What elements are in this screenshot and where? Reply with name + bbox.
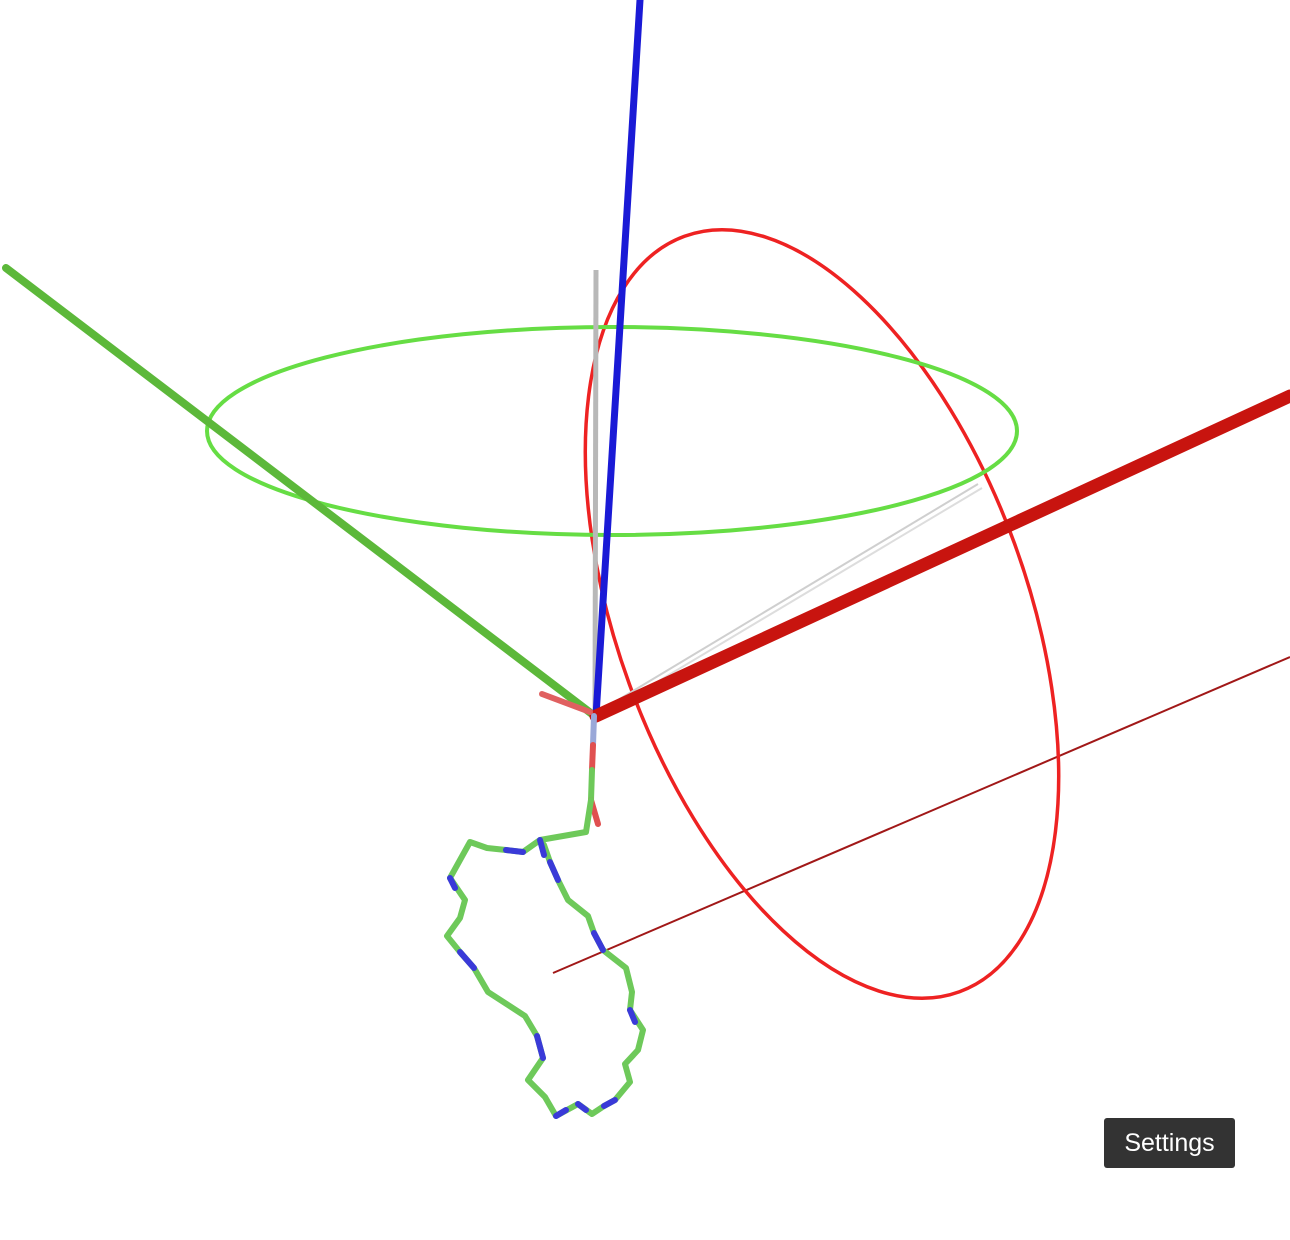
nitrogen-3 bbox=[457, 949, 477, 971]
y-axis[interactable] bbox=[2, 264, 596, 718]
settings-button[interactable]: Settings bbox=[1104, 1118, 1235, 1168]
x-axis-guide-line bbox=[552, 656, 1290, 974]
scene-layer bbox=[2, 0, 1290, 1119]
molecule-structure[interactable] bbox=[444, 797, 646, 1119]
nitrogen-7 bbox=[601, 1097, 618, 1109]
nitrogen-6 bbox=[575, 1101, 589, 1113]
x-axis[interactable] bbox=[589, 389, 1290, 723]
nitrogen-5 bbox=[553, 1107, 569, 1119]
z-axis[interactable] bbox=[592, 0, 644, 720]
nitrogen-11 bbox=[537, 837, 547, 858]
3d-viewer-canvas[interactable]: Settings bbox=[0, 0, 1290, 1240]
nitrogen-4 bbox=[534, 1033, 546, 1061]
x-axis-helper-line bbox=[597, 483, 979, 713]
nitrogen-1 bbox=[503, 847, 526, 855]
nitrogen-9 bbox=[591, 930, 606, 953]
z-axis-helper-line bbox=[592, 269, 599, 716]
nitrogen-10 bbox=[547, 859, 561, 883]
